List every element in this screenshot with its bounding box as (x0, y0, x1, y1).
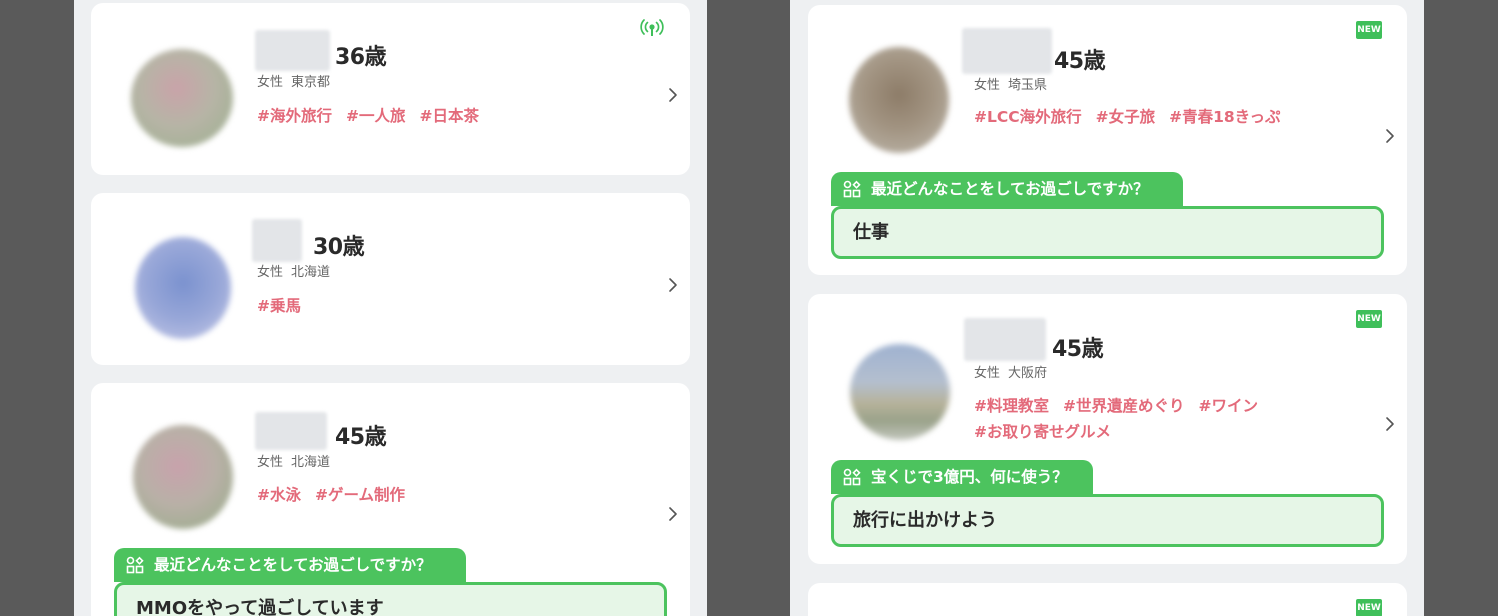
tag[interactable]: #海外旅行 (257, 107, 332, 125)
chevron-right-icon (1382, 416, 1398, 432)
question-category-icon (843, 180, 861, 198)
avatar (133, 425, 233, 529)
right-profile-list: NEW 45歳 女性 埼玉県 #LCC海外旅行 #女子旅 #青春18きっぷ 最近どんな… (790, 0, 1424, 616)
profile-tags: #乗馬 (257, 293, 657, 319)
profile-location: 北海道 (291, 265, 331, 280)
profile-age: 45歳 (1052, 337, 1104, 362)
avatar (135, 237, 231, 339)
answer-text: 仕事 (853, 222, 889, 243)
profile-gender: 女性 (974, 366, 1001, 381)
chevron-right-icon (665, 277, 681, 293)
answer-text: 旅行に出かけよう (853, 510, 997, 531)
new-badge: NEW (1356, 310, 1382, 328)
new-badge: NEW (1356, 599, 1382, 616)
tag[interactable]: #ワイン (1199, 397, 1259, 415)
profile-location: 北海道 (291, 455, 331, 470)
tag[interactable]: #世界遺産めぐり (1063, 397, 1185, 415)
profile-name-blurred (255, 412, 327, 450)
chevron-right-icon (665, 506, 681, 522)
profile-card[interactable]: NEW 45歳 女性 埼玉県 #LCC海外旅行 #女子旅 #青春18きっぷ 最近どんな… (808, 5, 1407, 275)
tag[interactable]: #青春18きっぷ (1169, 108, 1280, 126)
profile-card[interactable]: 36歳 女性 東京都 #海外旅行 #一人旅 #日本茶 (91, 3, 690, 175)
answer-box: 仕事 (831, 206, 1384, 259)
avatar (849, 47, 949, 153)
profile-age: 45歳 (1054, 49, 1106, 74)
profile-meta: 女性 埼玉県 (974, 74, 1047, 93)
question-tab: 宝くじで3億円、何に使う？ (831, 460, 1093, 494)
profile-name-blurred (252, 219, 302, 262)
profile-tags: #料理教室 #世界遺産めぐり #ワイン #お取り寄せグルメ (974, 393, 1294, 445)
profile-meta: 女性 東京都 (257, 71, 330, 90)
profile-card[interactable]: NEW (808, 583, 1407, 616)
profile-gender: 女性 (257, 265, 284, 280)
tag[interactable]: #一人旅 (346, 107, 406, 125)
question-text: 宝くじで3億円、何に使う？ (871, 468, 1068, 486)
profile-gender: 女性 (257, 455, 284, 470)
profile-card[interactable]: 45歳 女性 北海道 #水泳 #ゲーム制作 最近どんなことをしてお過ごしですか？ M… (91, 383, 690, 616)
tag[interactable]: #女子旅 (1096, 108, 1156, 126)
question-category-icon (843, 468, 861, 486)
answer-box: MMOをやって過ごしています (114, 582, 667, 616)
broadcast-signal-icon (640, 19, 664, 36)
tag[interactable]: #水泳 (257, 486, 301, 504)
profile-card[interactable]: 30歳 女性 北海道 #乗馬 (91, 193, 690, 365)
avatar (850, 344, 950, 440)
profile-meta: 女性 北海道 (257, 451, 330, 470)
profile-age: 30歳 (313, 235, 365, 260)
question-category-icon (126, 556, 144, 574)
profile-gender: 女性 (257, 75, 284, 90)
question-text: 最近どんなことをしてお過ごしですか？ (154, 556, 432, 574)
profile-card[interactable]: NEW 45歳 女性 大阪府 #料理教室 #世界遺産めぐり #ワイン #お取り寄せグルメ… (808, 294, 1407, 564)
tag[interactable]: #日本茶 (420, 107, 480, 125)
question-tab: 最近どんなことをしてお過ごしですか？ (831, 172, 1183, 206)
profile-tags: #水泳 #ゲーム制作 (257, 482, 657, 508)
chevron-right-icon (665, 87, 681, 103)
profile-age: 45歳 (335, 425, 387, 450)
left-profile-list: 36歳 女性 東京都 #海外旅行 #一人旅 #日本茶 30歳 女性 北海道 #乗馬 45… (74, 0, 707, 616)
profile-meta: 女性 大阪府 (974, 362, 1047, 381)
question-text: 最近どんなことをしてお過ごしですか？ (871, 180, 1149, 198)
new-badge: NEW (1356, 21, 1382, 39)
tag[interactable]: #LCC海外旅行 (974, 108, 1082, 126)
profile-name-blurred (962, 28, 1052, 74)
avatar (131, 49, 233, 147)
tag[interactable]: #乗馬 (257, 297, 301, 315)
profile-name-blurred (255, 30, 330, 71)
question-tab: 最近どんなことをしてお過ごしですか？ (114, 548, 466, 582)
profile-location: 埼玉県 (1008, 78, 1048, 93)
chevron-right-icon (1382, 128, 1398, 144)
profile-meta: 女性 北海道 (257, 261, 330, 280)
profile-name-blurred (964, 318, 1046, 361)
profile-location: 東京都 (291, 75, 331, 90)
answer-box: 旅行に出かけよう (831, 494, 1384, 547)
profile-tags: #海外旅行 #一人旅 #日本茶 (257, 103, 657, 129)
answer-text: MMOをやって過ごしています (136, 598, 384, 616)
profile-tags: #LCC海外旅行 #女子旅 #青春18きっぷ (974, 104, 1374, 130)
tag[interactable]: #お取り寄せグルメ (974, 423, 1111, 441)
profile-age: 36歳 (335, 45, 387, 70)
profile-location: 大阪府 (1008, 366, 1048, 381)
tag[interactable]: #ゲーム制作 (315, 486, 405, 504)
profile-gender: 女性 (974, 78, 1001, 93)
tag[interactable]: #料理教室 (974, 397, 1049, 415)
